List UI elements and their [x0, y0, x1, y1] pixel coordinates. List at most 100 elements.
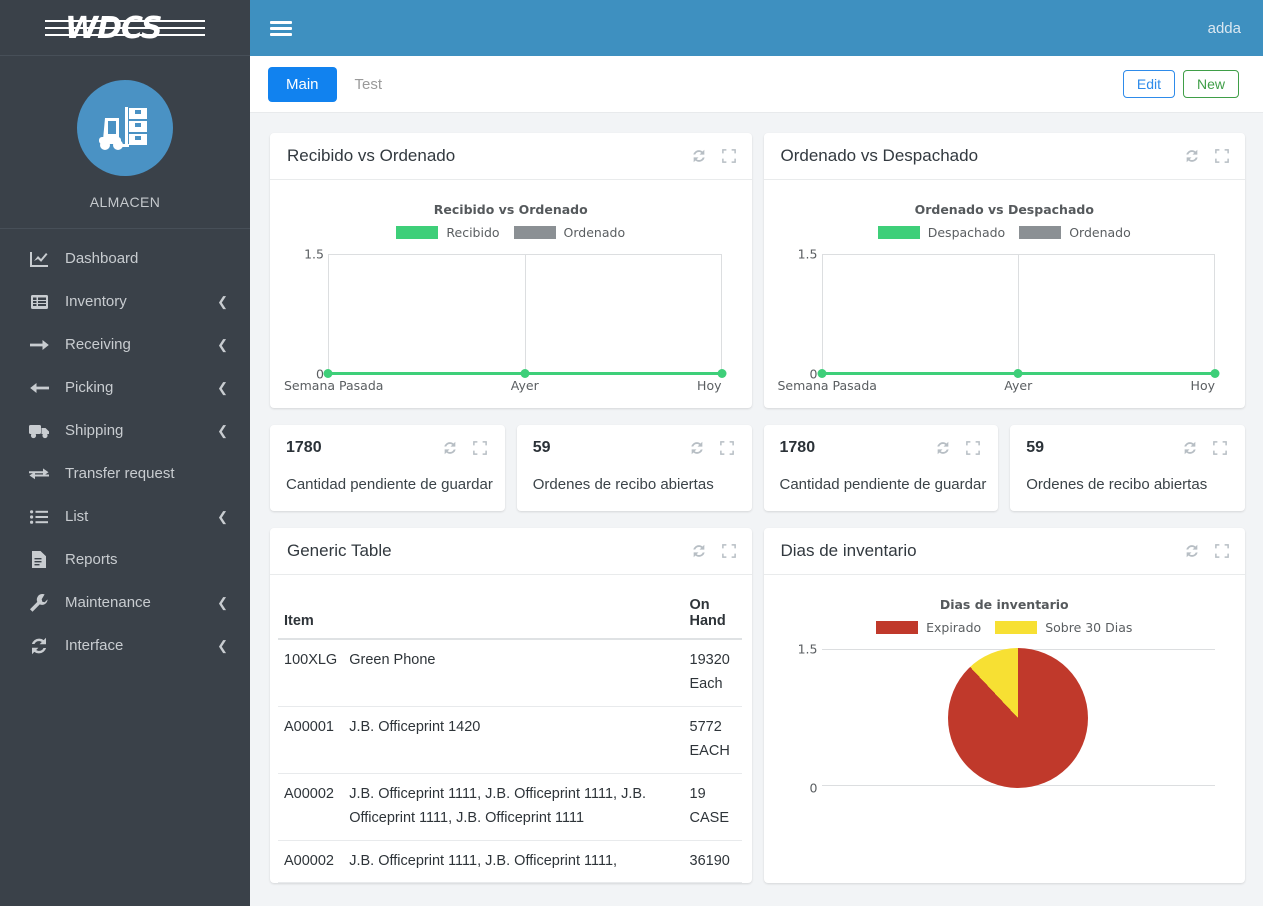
logo-text: WDCS [65, 11, 162, 46]
new-button[interactable]: New [1183, 70, 1239, 98]
tab-test[interactable]: Test [337, 67, 401, 102]
legend-item[interactable]: Recibido [396, 225, 499, 240]
cell-item-desc: J.B. Officeprint 1111, J.B. Officeprint … [343, 840, 683, 883]
sidebar-item-label: Maintenance [65, 594, 217, 611]
legend-swatch [514, 226, 556, 239]
sidebar-item-list[interactable]: List ❮ [0, 495, 250, 538]
kpi-body: 1780 Cantidad pendiente de guardar [270, 425, 505, 511]
brand-header[interactable]: WDCS [0, 0, 250, 56]
refresh-icon[interactable] [690, 542, 708, 560]
table-row[interactable]: A00001 J.B. Officeprint 1420 5772 EACH [278, 706, 742, 773]
table-row[interactable]: A00002 J.B. Officeprint 1111, J.B. Offic… [278, 840, 742, 883]
legend-label: Expirado [926, 620, 981, 635]
cell-on-hand: 19320 Each [684, 639, 742, 706]
chart-plot: 1.5 0 [282, 248, 732, 396]
refresh-icon[interactable] [1181, 439, 1199, 457]
cell-on-hand: 5772 EACH [684, 706, 742, 773]
sidebar-item-label: List [65, 508, 217, 525]
user-menu[interactable]: adda [1208, 20, 1241, 37]
sidebar-item-transfer-request[interactable]: Transfer request [0, 452, 250, 495]
chart-plot: 1.5 0 [776, 248, 1226, 396]
gridline [822, 254, 823, 374]
kpi-top: 1780 [780, 439, 983, 457]
plot-area [822, 254, 1216, 374]
kpi-value: 59 [533, 439, 551, 457]
app-root: WDCS [0, 0, 1263, 906]
sidebar-item-dashboard[interactable]: Dashboard [0, 237, 250, 280]
kpi-top: 1780 [286, 439, 489, 457]
arrow-right-icon [28, 335, 50, 355]
chevron-left-icon: ❮ [217, 338, 228, 351]
refresh-icon[interactable] [934, 439, 952, 457]
pie-chart[interactable] [948, 648, 1088, 788]
x-tick-label: Hoy [1191, 378, 1215, 393]
expand-icon[interactable] [720, 147, 738, 165]
hamburger-bar [270, 21, 292, 24]
refresh-icon[interactable] [1183, 147, 1201, 165]
sidebar-item-inventory[interactable]: Inventory ❮ [0, 280, 250, 323]
column-header-item[interactable]: Item [278, 579, 343, 639]
chevron-left-icon: ❮ [217, 381, 228, 394]
cell-item-code: 100XLG [278, 639, 343, 706]
kpi-label: Cantidad pendiente de guardar [286, 476, 489, 493]
kpi-value: 1780 [286, 439, 322, 457]
x-tick-label: Semana Pasada [284, 378, 383, 393]
panel-title: Dias de inventario [781, 541, 917, 561]
chevron-left-icon: ❮ [217, 596, 228, 609]
legend-item[interactable]: Ordenado [514, 225, 626, 240]
file-text-icon [28, 550, 50, 570]
x-tick-label: Ayer [1004, 378, 1032, 393]
refresh-icon[interactable] [441, 439, 459, 457]
sidebar-item-label: Shipping [65, 422, 217, 439]
sidebar-item-picking[interactable]: Picking ❮ [0, 366, 250, 409]
legend-item[interactable]: Ordenado [1019, 225, 1131, 240]
gridline [721, 254, 722, 374]
column-header-on-hand[interactable]: On Hand [684, 579, 742, 639]
expand-icon[interactable] [720, 542, 738, 560]
refresh-icon[interactable] [688, 439, 706, 457]
sidebar-item-interface[interactable]: Interface ❮ [0, 624, 250, 667]
panel-title: Recibido vs Ordenado [287, 146, 455, 166]
expand-icon[interactable] [718, 439, 736, 457]
kpi-label: Ordenes de recibo abiertas [1026, 476, 1229, 493]
legend-item[interactable]: Sobre 30 Dias [995, 620, 1132, 635]
kpi-card-cantidad-pendiente-2: 1780 Cantidad pendiente de guardar [764, 425, 999, 511]
refresh-icon[interactable] [690, 147, 708, 165]
sidebar-item-maintenance[interactable]: Maintenance ❮ [0, 581, 250, 624]
refresh-icon[interactable] [1183, 542, 1201, 560]
panel-body: Dias de inventario Expirado Sobre 30 Dia… [764, 575, 1246, 820]
table-body: 100XLG Green Phone 19320 Each A00001 J.B… [278, 639, 742, 883]
sidebar-item-receiving[interactable]: Receiving ❮ [0, 323, 250, 366]
panel-header: Generic Table [270, 528, 752, 575]
column-header-desc[interactable] [343, 579, 683, 639]
expand-icon[interactable] [1213, 147, 1231, 165]
table-row[interactable]: 100XLG Green Phone 19320 Each [278, 639, 742, 706]
wrench-icon [28, 593, 50, 613]
sidebar-item-label: Transfer request [65, 465, 228, 482]
hamburger-bar [270, 27, 292, 30]
table-row[interactable]: A00002 J.B. Officeprint 1111, J.B. Offic… [278, 773, 742, 840]
legend-item[interactable]: Expirado [876, 620, 981, 635]
kpi-body: 59 Ordenes de recibo abiertas [1010, 425, 1245, 511]
expand-icon[interactable] [1211, 439, 1229, 457]
bottom-row: Generic Table Item [270, 528, 1245, 883]
generic-table: Item On Hand 100XLG [278, 579, 742, 883]
kpi-label: Cantidad pendiente de guardar [780, 476, 983, 493]
panel-title: Generic Table [287, 541, 392, 561]
legend-item[interactable]: Despachado [878, 225, 1005, 240]
main-area: adda Main Test Edit New Recibido vs Orde… [250, 0, 1263, 906]
x-tick-label: Ayer [511, 378, 539, 393]
chart-plot: 1.5 0 [776, 643, 1226, 808]
sidebar-item-label: Picking [65, 379, 217, 396]
legend-swatch [396, 226, 438, 239]
sidebar-item-reports[interactable]: Reports [0, 538, 250, 581]
expand-icon[interactable] [964, 439, 982, 457]
sidebar-item-shipping[interactable]: Shipping ❮ [0, 409, 250, 452]
hamburger-icon[interactable] [270, 18, 292, 39]
edit-button[interactable]: Edit [1123, 70, 1175, 98]
tab-main[interactable]: Main [268, 67, 337, 102]
kpi-row: 1780 Cantidad pendiente de guardar [270, 425, 1245, 511]
expand-icon[interactable] [1213, 542, 1231, 560]
kpi-value: 59 [1026, 439, 1044, 457]
expand-icon[interactable] [471, 439, 489, 457]
